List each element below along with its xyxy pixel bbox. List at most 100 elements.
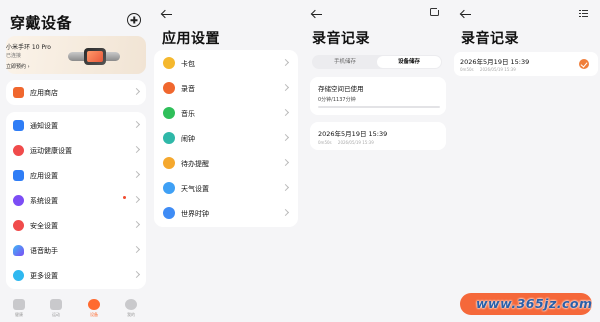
chevron-right-icon (281, 58, 290, 67)
recording-meta: 0m50s 2026/05/19 15:39 (460, 67, 516, 72)
more-icon (13, 270, 24, 281)
storage-segment-control: 手机储存 设备储存 (312, 55, 442, 69)
app-item-music[interactable]: 音乐 (154, 101, 300, 126)
world-clock-icon (163, 207, 175, 219)
grid-icon (13, 170, 24, 181)
update-badge (123, 196, 126, 199)
recording-date: 2026/05/19 15:39 (337, 140, 374, 145)
tab-mine[interactable]: 我的 (116, 294, 146, 322)
recording-title: 2026年5月19日 15:39 (460, 58, 530, 66)
multi-select-icon[interactable] (579, 10, 588, 18)
item-label: 更多设置 (30, 272, 58, 280)
chevron-right-icon (281, 83, 290, 92)
tab-label: 我的 (127, 312, 135, 317)
chevron-right-icon (132, 87, 141, 96)
device-name: 小米手环 10 Pro (6, 44, 51, 51)
settings-item-health[interactable]: 运动健康设置 (6, 138, 146, 163)
chevron-right-icon (281, 183, 290, 192)
recording-meta: 0m50s 2026/05/19 15:39 (318, 140, 374, 145)
segment-device-storage[interactable]: 设备储存 (377, 56, 441, 68)
checkbox-checked-icon[interactable] (579, 59, 589, 69)
tab-label: 运动 (52, 312, 60, 317)
tab-device[interactable]: 设备 (79, 294, 109, 322)
heart-icon (13, 145, 24, 156)
recording-title: 2026年5月19日 15:39 (318, 130, 388, 138)
running-icon (50, 299, 62, 310)
chevron-right-icon (132, 270, 141, 279)
weather-icon (163, 182, 175, 194)
back-arrow-icon[interactable] (311, 9, 323, 19)
screenshot-stage: 穿戴设备 小米手环 10 Pro 已连接 立即预约 › 应用商店 通知设置 运动… (0, 0, 600, 322)
chevron-right-icon (281, 133, 290, 142)
item-label: 天气设置 (181, 185, 209, 193)
item-label: 卡包 (181, 60, 195, 68)
bell-icon (13, 120, 24, 131)
app-item-alarm[interactable]: 闹钟 (154, 126, 300, 151)
alarm-icon (163, 132, 175, 144)
profile-icon (125, 299, 137, 310)
todo-icon (163, 157, 175, 169)
tab-label: 设备 (90, 312, 98, 317)
page-title: 录音记录 (461, 31, 519, 47)
settings-item-notify[interactable]: 通知设置 (6, 113, 146, 138)
app-item-todo[interactable]: 待办提醒 (154, 151, 300, 176)
item-label: 录音 (181, 85, 195, 93)
segment-phone-storage[interactable]: 手机储存 (313, 56, 377, 68)
item-label: 闹钟 (181, 135, 195, 143)
item-label: 应用商店 (30, 89, 58, 97)
health-icon (13, 299, 25, 310)
sidebar-item-app-store[interactable]: 应用商店 (6, 80, 146, 105)
wallet-icon (163, 57, 175, 69)
tab-label: 健康 (15, 312, 23, 317)
device-link[interactable]: 立即预约 › (6, 63, 30, 70)
back-arrow-icon[interactable] (460, 9, 472, 19)
item-label: 安全设置 (30, 222, 58, 230)
item-label: 通知设置 (30, 122, 58, 130)
chevron-right-icon (281, 158, 290, 167)
tab-sport[interactable]: 运动 (41, 294, 71, 322)
store-icon (13, 87, 24, 98)
recording-item[interactable]: 2026年5月19日 15:39 0m50s 2026/05/19 15:39 (310, 122, 446, 150)
settings-item-more[interactable]: 更多设置 (6, 263, 146, 288)
chevron-right-icon (132, 220, 141, 229)
item-label: 系统设置 (30, 197, 58, 205)
app-item-wallet[interactable]: 卡包 (154, 51, 300, 76)
settings-item-apps[interactable]: 应用设置 (6, 163, 146, 188)
item-label: 世界时钟 (181, 210, 209, 218)
page-title: 录音记录 (312, 31, 370, 47)
chevron-right-icon (132, 145, 141, 154)
settings-list-card: 通知设置 运动健康设置 应用设置 系统设置 安全设置 语音助手 更多设置 (6, 112, 146, 289)
item-label: 音乐 (181, 110, 195, 118)
settings-item-assistant[interactable]: 语音助手 (6, 238, 146, 263)
recorder-icon (163, 82, 175, 94)
chevron-right-icon (132, 120, 141, 129)
recording-duration: 0m50s (460, 67, 474, 72)
recording-duration: 0m50s (318, 140, 332, 145)
tab-health[interactable]: 健康 (4, 294, 34, 322)
add-device-icon[interactable] (127, 13, 141, 27)
settings-item-security[interactable]: 安全设置 (6, 213, 146, 238)
bottom-tab-bar: 健康 运动 设备 我的 (0, 294, 150, 322)
import-icon[interactable] (430, 6, 441, 16)
chevron-right-icon (281, 208, 290, 217)
recording-item[interactable]: 2026年5月19日 15:39 0m50s 2026/05/19 15:39 (454, 52, 598, 76)
assistant-icon (13, 245, 24, 256)
chevron-right-icon (132, 195, 141, 204)
app-store-card[interactable]: 应用商店 (6, 80, 146, 105)
back-arrow-icon[interactable] (161, 9, 173, 19)
recordings-select-panel: 录音记录 2026年5月19日 15:39 0m50s 2026/05/19 1… (452, 0, 600, 322)
chevron-right-icon (132, 245, 141, 254)
shield-icon (13, 220, 24, 231)
app-item-world-clock[interactable]: 世界时钟 (154, 201, 300, 226)
app-item-weather[interactable]: 天气设置 (154, 176, 300, 201)
recording-date: 2026/05/19 15:39 (479, 67, 516, 72)
app-item-recorder[interactable]: 录音 (154, 76, 300, 101)
gear-icon (13, 195, 24, 206)
settings-item-system[interactable]: 系统设置 (6, 188, 146, 213)
recordings-storage-panel: 录音记录 手机储存 设备储存 存储空间已使用 0分钟/1137分钟 2026年5… (302, 0, 450, 322)
item-label: 待办提醒 (181, 160, 209, 168)
page-title: 穿戴设备 (10, 14, 73, 32)
item-label: 应用设置 (30, 172, 58, 180)
chevron-right-icon (281, 108, 290, 117)
music-icon (163, 107, 175, 119)
